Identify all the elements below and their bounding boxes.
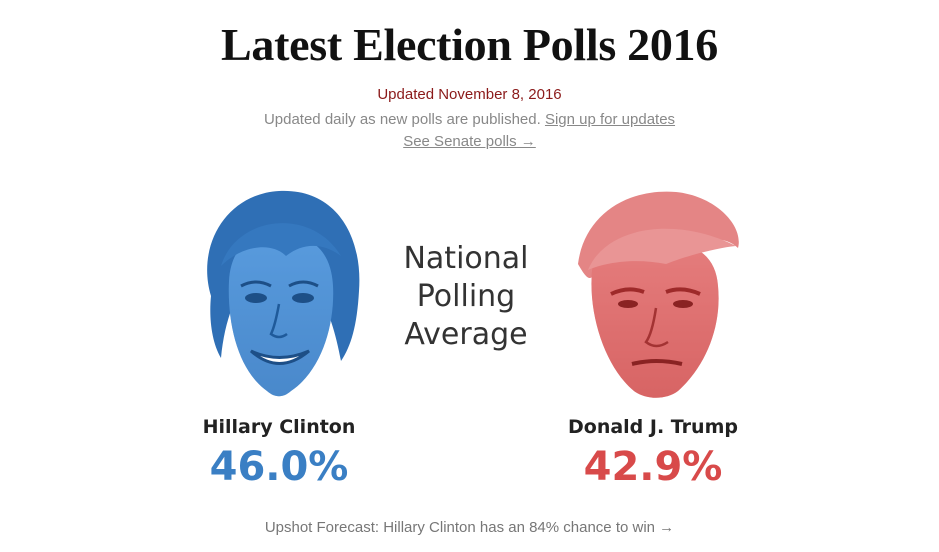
clinton-name: Hillary Clinton xyxy=(202,416,356,438)
page-title: Latest Election Polls 2016 xyxy=(221,19,718,70)
center-label-line-2: Polling xyxy=(416,279,516,314)
update-info: Updated daily as new polls are published… xyxy=(0,111,939,128)
national-polling-average-label: National Polling Average xyxy=(380,240,552,354)
clinton-percent: 46.0% xyxy=(209,444,349,490)
center-label-line-3: Average xyxy=(404,317,528,352)
updated-date: Updated November 8, 2016 xyxy=(377,86,562,103)
update-info-text: Updated daily as new polls are published… xyxy=(263,111,541,128)
center-label-line-1: National xyxy=(403,241,529,276)
forecast-row: Upshot Forecast: Hillary Clinton has an … xyxy=(0,519,939,536)
senate-polls-link[interactable]: See Senate polls → xyxy=(403,133,536,150)
clinton-face-image xyxy=(207,190,360,397)
trump-name: Donald J. Trump xyxy=(568,416,738,438)
trump-percent: 42.9% xyxy=(583,444,723,490)
trump-face-image xyxy=(578,191,739,398)
upshot-forecast-link[interactable]: Upshot Forecast: Hillary Clinton has an … xyxy=(265,519,674,536)
senate-polls-row: See Senate polls → xyxy=(0,133,939,150)
signup-link[interactable]: Sign up for updates xyxy=(545,111,675,128)
